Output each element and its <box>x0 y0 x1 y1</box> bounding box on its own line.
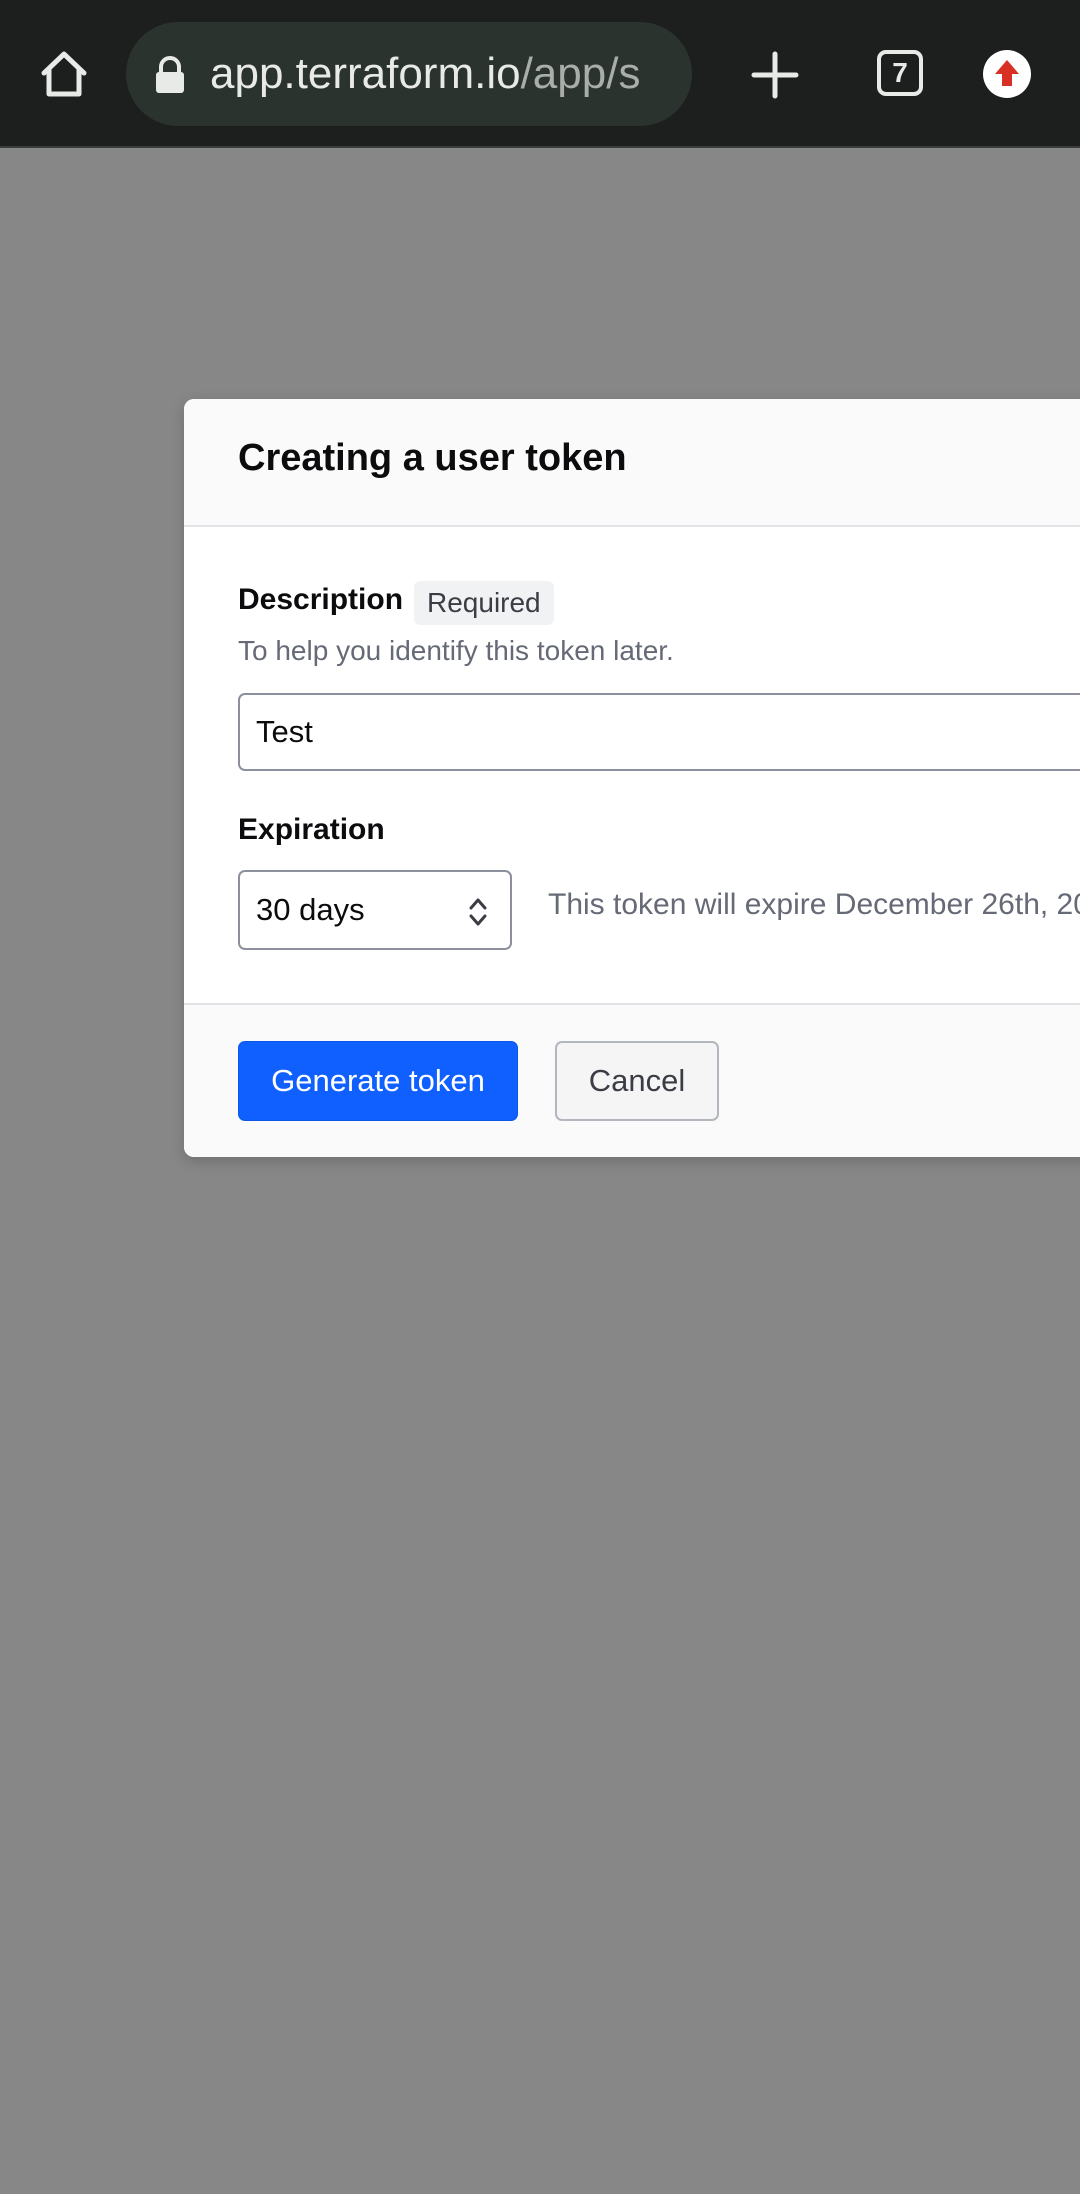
update-icon[interactable] <box>983 50 1031 98</box>
lock-icon <box>153 56 187 94</box>
description-label: Description <box>238 583 404 616</box>
expiration-note: This token will expire December 26th, 20… <box>548 888 1080 921</box>
cancel-button[interactable]: Cancel <box>555 1041 719 1121</box>
generate-token-button[interactable]: Generate token <box>238 1041 518 1121</box>
dialog-header: Creating a user token <box>184 399 1080 527</box>
browser-toolbar: app.terraform.io/app/s 7 <box>0 0 1080 148</box>
required-badge: Required <box>414 581 554 625</box>
url-text: app.terraform.io/app/s <box>210 46 674 102</box>
expiration-select[interactable]: 30 days <box>238 870 512 950</box>
create-token-dialog: Creating a user token Description Requir… <box>184 399 1080 1157</box>
expiration-label: Expiration <box>238 813 385 846</box>
url-host: app.terraform.io <box>210 49 521 98</box>
dialog-footer: Generate token Cancel <box>184 1003 1080 1157</box>
description-input[interactable] <box>238 693 1080 771</box>
plus-icon[interactable] <box>748 48 802 102</box>
expiration-selected-value: 30 days <box>256 892 365 927</box>
description-help-text: To help you identify this token later. <box>238 635 674 666</box>
url-path: /app/s <box>520 49 641 98</box>
dialog-title: Creating a user token <box>238 437 627 479</box>
home-icon[interactable] <box>36 46 92 102</box>
address-bar[interactable]: app.terraform.io/app/s <box>126 22 692 126</box>
chevron-up-down-icon <box>468 896 488 928</box>
tabs-icon[interactable]: 7 <box>877 50 923 96</box>
